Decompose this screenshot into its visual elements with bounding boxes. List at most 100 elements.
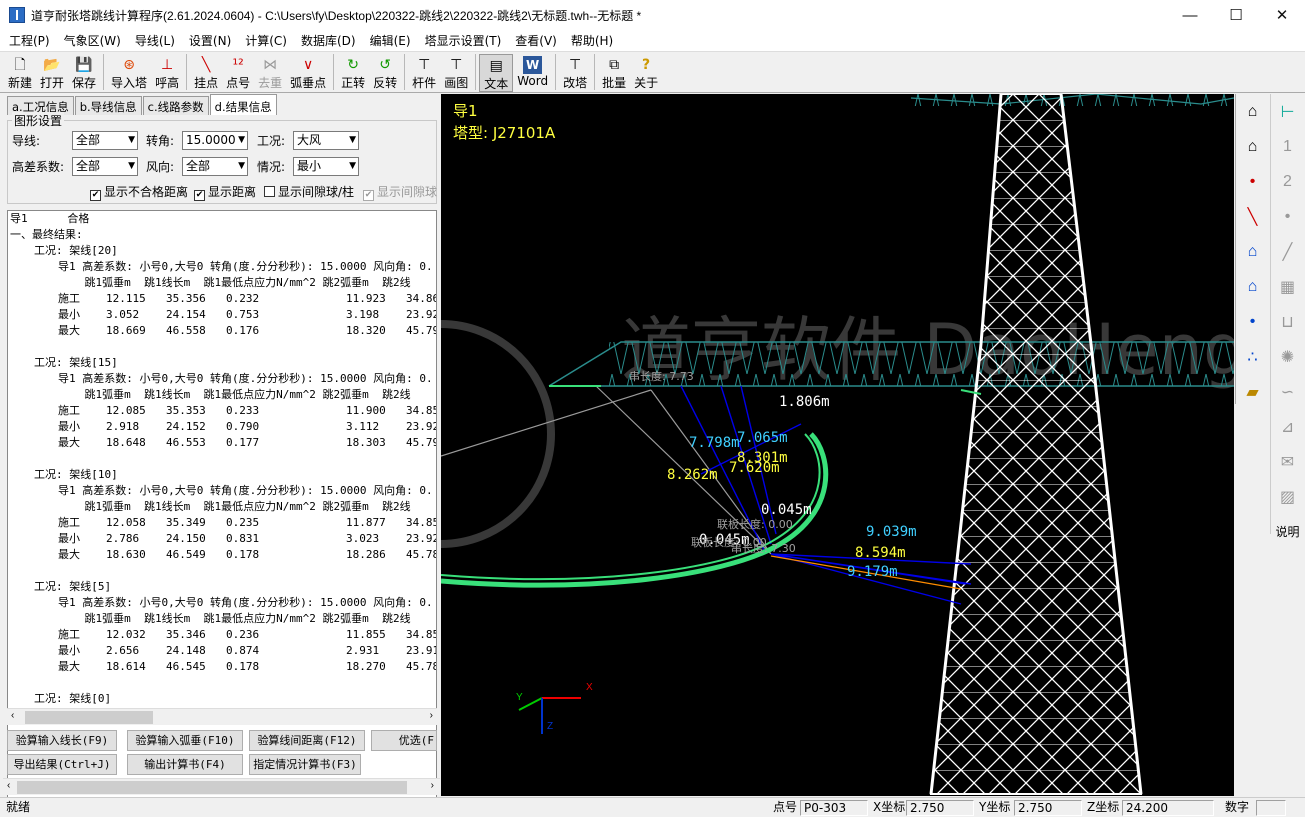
curve-icon[interactable]: ∽ (1271, 374, 1304, 409)
toolbar: 🗋 新建 📂 打开 💾 保存 ⊛ 导入塔 ⊥ 呼高 ╲ 挂点 ¹² 点号 ⋈ 去重 ∨ 弧垂点 ↻… (0, 51, 1305, 93)
condition-select[interactable]: 大风 ▼ (293, 131, 359, 150)
specified-report-button[interactable]: 指定情况计算书(F3) (249, 754, 361, 775)
height-coef-select[interactable]: 全部 ▼ (72, 157, 138, 176)
optimize-button[interactable]: 优选(F (371, 730, 437, 751)
measure-icon[interactable]: ⊢ (1271, 94, 1304, 129)
open-button[interactable]: 📂 打开 (36, 54, 68, 92)
select-member-icon[interactable]: ⌂ (1236, 269, 1269, 304)
menu-edit[interactable]: 编辑(E) (363, 32, 418, 49)
z-coord-label: Z坐标 (1087, 800, 1120, 814)
menu-conductor[interactable]: 导线(L) (128, 32, 182, 49)
text-button[interactable]: ▤ 文本 (479, 54, 514, 92)
about-button[interactable]: ? 关于 (630, 54, 662, 92)
scroll-right-icon[interactable]: › (431, 780, 434, 791)
horizontal-scrollbar[interactable]: ‹ › (7, 708, 437, 725)
number-one-icon[interactable]: 1 (1271, 129, 1304, 164)
ruler-icon[interactable]: ⊿ (1271, 409, 1304, 444)
point-number-button[interactable]: ¹² 点号 (222, 54, 254, 92)
add-tower-icon[interactable]: ⌂ (1236, 94, 1269, 129)
import-tower-button[interactable]: ⊛ 导入塔 (107, 54, 151, 92)
grid-icon[interactable]: ▦ (1271, 269, 1304, 304)
new-button[interactable]: 🗋 新建 (4, 54, 36, 92)
menu-settings[interactable]: 设置(N) (182, 32, 238, 49)
minimize-button[interactable]: — (1167, 0, 1213, 30)
show-clearance-ball-checkbox[interactable]: ✔ 显示间隙球 (363, 183, 437, 201)
scroll-left-icon[interactable]: ‹ (7, 780, 10, 791)
angle-select[interactable]: 15.0000 ▼ (182, 131, 248, 150)
column-header: 跳1弧垂m 跳1线长m 跳1最低点应力N/mm^2 跳2弧垂m 跳2线 (58, 612, 411, 625)
cell-len1: 35.346 (166, 628, 206, 641)
menu-project[interactable]: 工程(P) (2, 32, 57, 49)
cell-stress1: 0.831 (226, 532, 260, 545)
clamp-icon[interactable]: ⊔ (1271, 304, 1304, 339)
point-number-label: 点号 (226, 76, 251, 90)
angle-select-value: 15.0000 (186, 133, 236, 147)
dist-label: 8.594m (855, 545, 906, 561)
hatch-icon[interactable]: ▨ (1271, 479, 1304, 514)
draw-button[interactable]: ⊤ 画图 (440, 54, 472, 92)
wheel-icon[interactable]: ✺ (1271, 339, 1304, 374)
help-button[interactable]: 说明 (1271, 514, 1304, 549)
cell-sag2: 2.931 (346, 644, 380, 657)
output-report-button[interactable]: 输出计算书(F4) (127, 754, 243, 775)
add-point-icon[interactable]: • (1236, 164, 1269, 199)
add-line-icon[interactable]: ╲ (1236, 199, 1269, 234)
member-button[interactable]: ⊤ 杆件 (408, 54, 440, 92)
modify-tower-button[interactable]: ⊤ 改塔 (559, 54, 591, 92)
verify-spacing-button[interactable]: 验算线间距离(F12) (249, 730, 365, 751)
verify-sag-button[interactable]: 验算输入弧垂(F10) (127, 730, 243, 751)
export-result-button[interactable]: 导出结果(Ctrl+J) (7, 754, 117, 775)
cell-sag2: 18.303 (346, 436, 386, 449)
case-select[interactable]: 最小 ▼ (293, 157, 359, 176)
select-plate-icon[interactable]: ▰ (1236, 374, 1269, 409)
tab-result-info[interactable]: d.结果信息 (209, 94, 277, 115)
point-icon[interactable]: • (1271, 199, 1304, 234)
rotate-cw-button[interactable]: ↻ 正转 (337, 54, 369, 92)
sag-point-button[interactable]: ∨ 弧垂点 (286, 54, 330, 92)
slope-icon[interactable]: ╱ (1271, 234, 1304, 269)
envelope-icon[interactable]: ✉ (1271, 444, 1304, 479)
scroll-left-icon[interactable]: ‹ (11, 710, 14, 721)
rotate-ccw-button[interactable]: ↺ 反转 (369, 54, 401, 92)
menu-database[interactable]: 数据库(D) (294, 32, 363, 49)
verify-length-button[interactable]: 验算输入线长(F9) (7, 730, 117, 751)
bottom-scrollbar[interactable]: ‹ › (3, 778, 440, 795)
select-point-icon[interactable]: • (1236, 304, 1269, 339)
scroll-right-icon[interactable]: › (430, 710, 433, 721)
save-label: 保存 (72, 76, 97, 90)
dedupe-button[interactable]: ⋈ 去重 (254, 54, 286, 92)
number-two-icon[interactable]: 2 (1271, 164, 1304, 199)
condition-title: 工况: 架线[0] (34, 692, 112, 705)
menu-tower-display[interactable]: 塔显示设置(T) (418, 32, 509, 49)
show-clearance-checkbox[interactable]: 显示间隙球/柱 (264, 183, 354, 200)
menu-view[interactable]: 查看(V) (508, 32, 564, 49)
scrollbar-thumb[interactable] (25, 711, 153, 724)
wire-select[interactable]: 全部 ▼ (72, 131, 138, 150)
menu-help[interactable]: 帮助(H) (564, 32, 620, 49)
cell-sag2: 18.270 (346, 660, 386, 673)
scrollbar-thumb[interactable] (17, 781, 407, 794)
menu-weather[interactable]: 气象区(W) (57, 32, 128, 49)
height-coef-label: 高差系数: (12, 160, 65, 174)
tab-conductor-info[interactable]: b.导线信息 (74, 96, 142, 115)
maximize-button[interactable]: ☐ (1213, 0, 1259, 30)
batch-button[interactable]: ⧉ 批量 (598, 54, 630, 92)
row-name: 最大 (58, 324, 80, 337)
wind-select[interactable]: 全部 ▼ (182, 157, 248, 176)
draw-label: 画图 (444, 76, 469, 90)
call-height-button[interactable]: ⊥ 呼高 (151, 54, 183, 92)
add-tower-alt-icon[interactable]: ⌂ (1236, 129, 1269, 164)
word-button[interactable]: W Word (513, 54, 552, 92)
select-points-icon[interactable]: ∴ (1236, 339, 1269, 374)
axis-x-label: X (586, 682, 593, 693)
select-tower-icon[interactable]: ⌂ (1236, 234, 1269, 269)
close-button[interactable]: ✕ (1259, 0, 1305, 30)
cell-stress1: 0.236 (226, 628, 260, 641)
save-button[interactable]: 💾 保存 (68, 54, 100, 92)
menu-calculate[interactable]: 计算(C) (238, 32, 294, 49)
show-unqualified-checkbox[interactable]: ✔ 显示不合格距离 (90, 183, 188, 201)
tower-3d-view[interactable]: 道亨软件 DaoHeng INC X Y Z 导1 (441, 94, 1234, 796)
tab-line-params[interactable]: c.线路参数 (142, 96, 209, 115)
show-distance-checkbox[interactable]: ✔ 显示距离 (194, 183, 256, 201)
hang-point-button[interactable]: ╲ 挂点 (190, 54, 222, 92)
